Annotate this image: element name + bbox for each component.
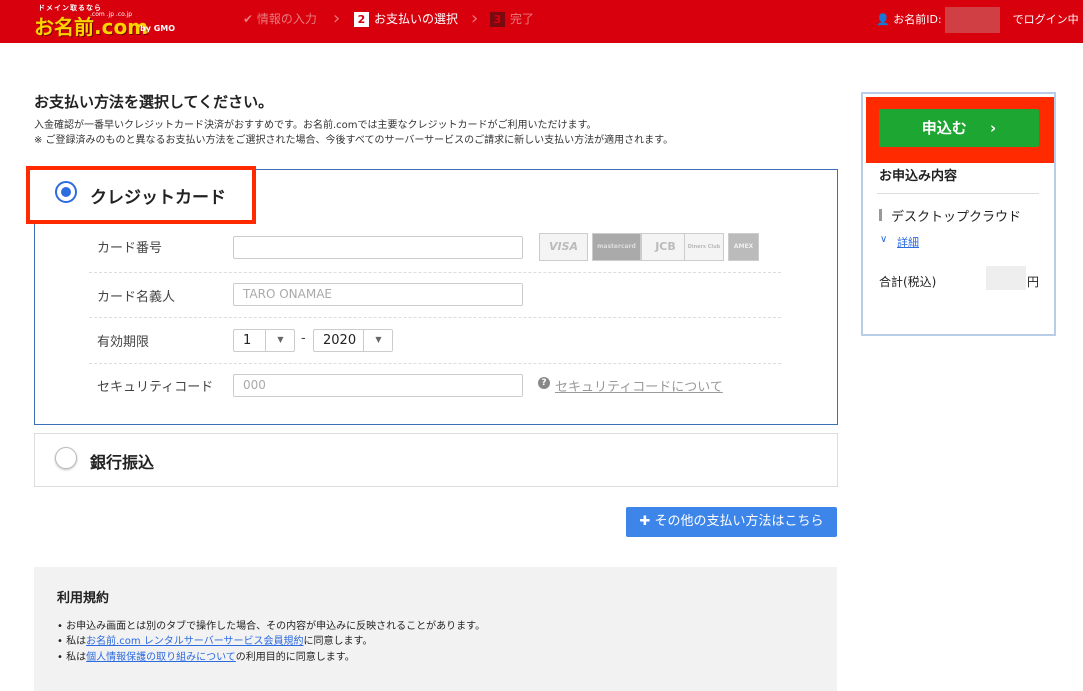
description-line-2: ※ ご登録済みのものと異なるお支払い方法をご選択された場合、今後すべてのサーバー… [34, 135, 674, 146]
chevron-right-icon: › [333, 8, 341, 29]
item-marker [879, 209, 882, 221]
apply-button-label: 申込む [921, 119, 967, 137]
total-label: 合計(税込) [879, 275, 937, 289]
row-divider [89, 272, 781, 273]
chevron-down-icon[interactable]: ▼ [363, 329, 393, 352]
terms-item: • お申込み画面とは別のタブで操作した場合、その内容が申込みに反映されることがあ… [57, 621, 486, 632]
step-3: 3 完了 [490, 10, 534, 27]
service-terms-link[interactable]: お名前.com レンタルサーバーサービス会員規約 [86, 636, 303, 647]
total-amount-masked [986, 266, 1026, 290]
security-code-input[interactable]: 000 [233, 374, 523, 397]
bank-transfer-radio[interactable] [55, 447, 77, 469]
expiry-month-value: 1 [243, 333, 252, 348]
step-2: 2 お支払いの選択 [354, 10, 458, 27]
visa-icon: VISA [539, 233, 588, 261]
expiry-label: 有効期限 [97, 335, 150, 350]
chevron-down-icon[interactable]: ∨ [880, 234, 887, 245]
expiry-year-value: 2020 [323, 333, 357, 348]
diners-icon: Diners Club [684, 233, 724, 261]
bank-transfer-label[interactable]: 銀行振込 [90, 449, 154, 473]
step-1-label: 情報の入力 [256, 12, 317, 26]
step-3-number: 3 [490, 12, 505, 27]
logo-gmo: by GMO [140, 24, 176, 33]
security-code-help-link[interactable]: セキュリティコードについて [555, 376, 723, 395]
terms-title: 利用規約 [57, 591, 110, 606]
card-number-label: カード番号 [97, 241, 163, 256]
other-payment-methods-button[interactable]: ✚ その他の支払い方法はこちら [626, 507, 837, 537]
question-icon: ? [538, 377, 550, 389]
card-number-input[interactable] [233, 236, 523, 259]
step-1: ✔ 情報の入力 [243, 10, 317, 27]
step-2-label: お支払いの選択 [374, 12, 459, 26]
bank-transfer-panel [34, 433, 838, 487]
credit-card-label[interactable]: クレジットカード [90, 183, 226, 208]
plus-icon: ✚ [639, 514, 651, 529]
order-summary-title: お申込み内容 [879, 169, 958, 184]
row-divider [89, 317, 781, 318]
chevron-right-icon: › [471, 8, 479, 29]
order-item-name: デスクトップクラウド [891, 210, 1022, 225]
card-holder-input[interactable]: TARO ONAMAE [233, 283, 523, 306]
step-3-label: 完了 [510, 12, 535, 26]
chevron-right-icon: › [990, 119, 997, 137]
description-line-1: 入金確認が一番早いクレジットカード決済がおすすめです。お名前.comでは主要なク… [34, 120, 597, 131]
jcb-icon: JCB [641, 233, 690, 261]
user-id-masked [945, 7, 1000, 33]
card-holder-label: カード名義人 [97, 290, 176, 305]
terms-item: • 私は個人情報保護の取り組みについての利用目的に同意します。 [57, 652, 355, 663]
user-id-prefix: お名前ID: [893, 13, 942, 26]
check-icon: ✔ [243, 12, 254, 26]
security-code-label: セキュリティコード [97, 380, 214, 395]
user-icon: 👤 [876, 13, 890, 26]
step-2-number: 2 [354, 12, 369, 27]
mastercard-icon: mastercard [592, 233, 641, 261]
row-divider [89, 363, 781, 364]
amex-icon: AMEX [728, 233, 759, 261]
user-id-suffix: でログイン中 [1012, 13, 1079, 26]
total-currency: 円 [1027, 275, 1040, 289]
other-payment-methods-label: その他の支払い方法はこちら [654, 514, 824, 529]
terms-item: • 私はお名前.com レンタルサーバーサービス会員規約に同意します。 [57, 636, 373, 647]
privacy-policy-link[interactable]: 個人情報保護の取り組みについて [86, 652, 236, 663]
sidebar-divider [877, 193, 1039, 194]
expiry-separator: - [301, 331, 306, 346]
apply-button[interactable]: 申込む › [879, 109, 1039, 147]
credit-card-radio[interactable] [55, 181, 77, 203]
logo-domains: .com .jp .co.jp [90, 11, 133, 18]
order-detail-link[interactable]: 詳細 [897, 234, 919, 250]
chevron-down-icon[interactable]: ▼ [265, 329, 295, 352]
page-title: お支払い方法を選択してください。 [34, 93, 274, 111]
